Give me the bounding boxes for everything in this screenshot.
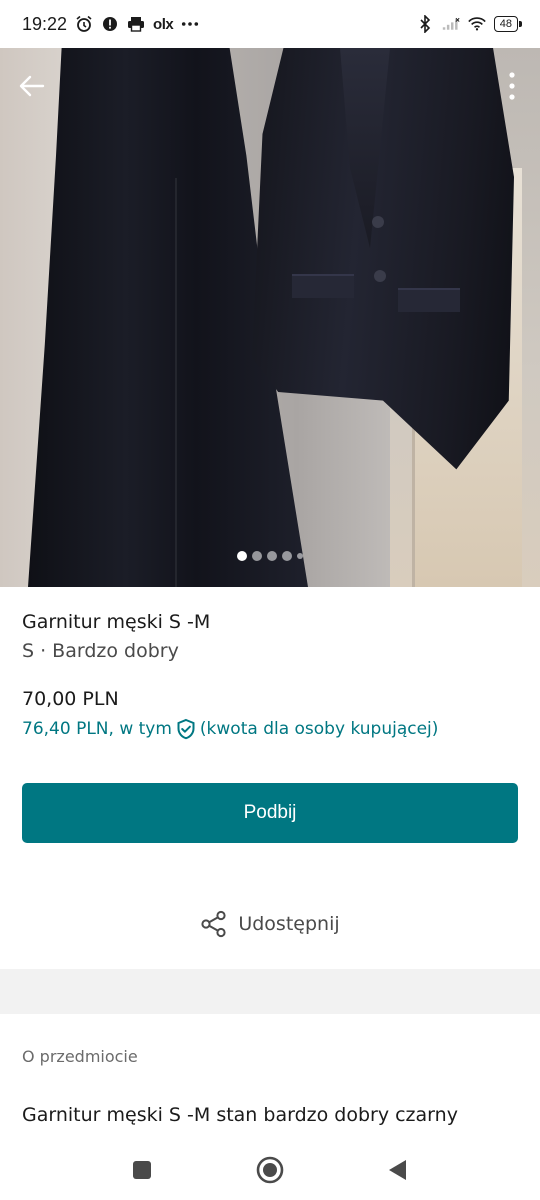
- bump-button[interactable]: Podbij: [22, 783, 518, 843]
- olx-logo: olx: [153, 15, 174, 33]
- item-price: 70,00 PLN: [22, 688, 119, 710]
- signal-icon: [442, 15, 460, 33]
- circle-home-icon: [256, 1156, 284, 1184]
- gallery-dot[interactable]: [267, 551, 277, 561]
- gallery-dot[interactable]: [282, 551, 292, 561]
- gallery-dot[interactable]: [237, 551, 247, 561]
- photo-jacket-button: [372, 216, 384, 228]
- system-nav-bar: [0, 1140, 540, 1200]
- share-icon: [201, 910, 226, 938]
- buyer-price-info[interactable]: 76,40 PLN, w tym (kwota dla osoby kupują…: [22, 718, 438, 740]
- buyer-price-total: 76,40 PLN, w tym: [22, 719, 172, 739]
- home-button[interactable]: [254, 1154, 286, 1186]
- gallery-pagination: [0, 551, 540, 561]
- status-left: 19:22 olx: [22, 14, 199, 35]
- gallery-dot[interactable]: [252, 551, 262, 561]
- kebab-menu-icon: [509, 72, 515, 100]
- wifi-icon: [467, 15, 486, 33]
- share-label: Udostępnij: [238, 913, 340, 935]
- triangle-back-icon: [389, 1160, 406, 1180]
- status-time: 19:22: [22, 13, 68, 34]
- item-title: Garnitur męski S -M: [22, 611, 211, 633]
- section-divider: [0, 969, 540, 1014]
- alarm-icon: [75, 15, 93, 33]
- status-bar: 19:22 olx 48: [0, 0, 540, 48]
- more-dots-icon: [181, 15, 199, 33]
- photo-jacket-pocket-left: [292, 274, 354, 298]
- alert-icon: [101, 15, 119, 33]
- item-details: Garnitur męski S -M S · Bardzo dobry: [22, 608, 522, 666]
- arrow-left-icon: [19, 75, 45, 97]
- shield-check-icon: [175, 718, 197, 740]
- photo-jacket-pocket-right: [398, 288, 460, 312]
- photo-trousers-crease: [175, 178, 177, 587]
- back-nav-button[interactable]: [382, 1154, 414, 1186]
- item-photo[interactable]: [0, 48, 540, 587]
- item-size-condition: S · Bardzo dobry: [22, 640, 179, 662]
- printer-icon: [127, 15, 145, 33]
- buyer-price-note: (kwota dla osoby kupującej): [199, 719, 439, 739]
- gallery-dot[interactable]: [297, 553, 303, 559]
- back-button[interactable]: [16, 70, 48, 102]
- share-button[interactable]: Udostępnij: [0, 910, 540, 938]
- item-description: Garnitur męski S -M stan bardzo dobry cz…: [22, 1104, 458, 1126]
- recents-button[interactable]: [126, 1154, 158, 1186]
- about-section-label: O przedmiocie: [22, 1047, 138, 1066]
- status-right: 48: [416, 15, 523, 33]
- square-icon: [133, 1161, 151, 1179]
- more-options-button[interactable]: [500, 70, 524, 102]
- bluetooth-icon: [416, 15, 434, 33]
- photo-jacket-button: [374, 270, 386, 282]
- battery-indicator: 48: [493, 16, 523, 32]
